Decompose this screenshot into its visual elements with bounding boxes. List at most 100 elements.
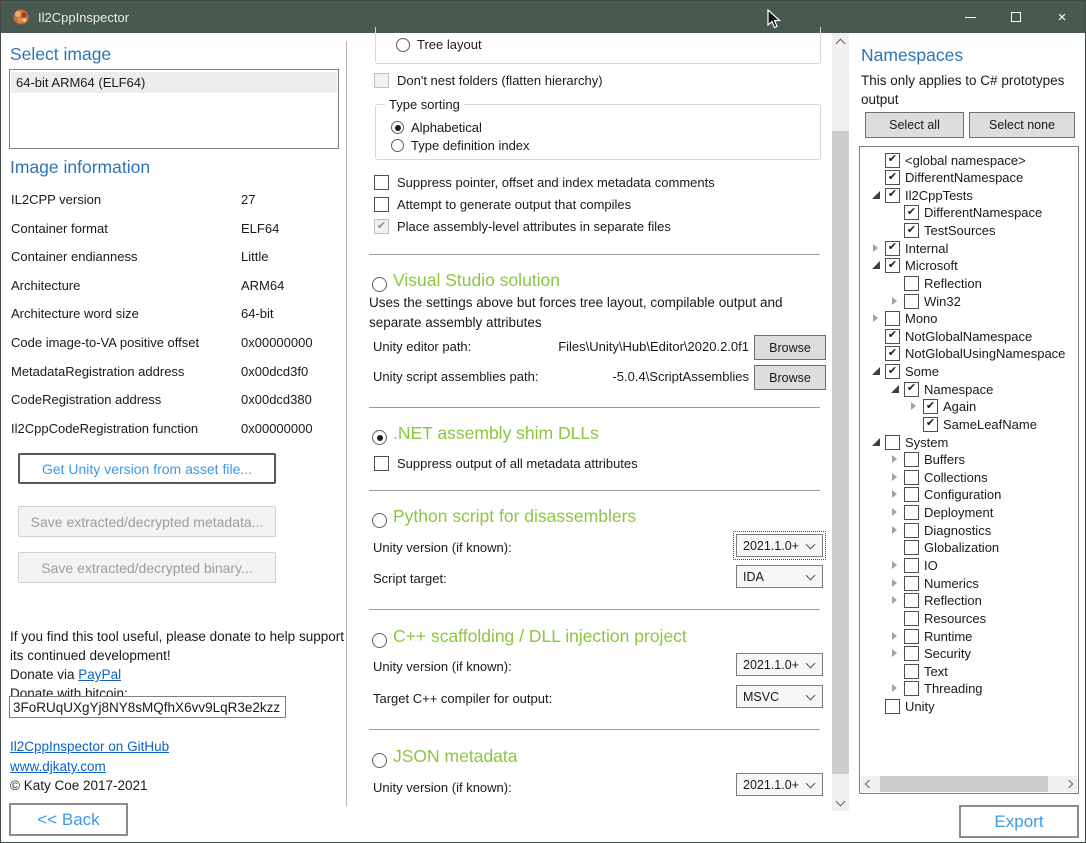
tree-checkbox[interactable]: ✔ [885, 188, 900, 203]
tree-item[interactable]: Threading [861, 680, 1077, 698]
tree-checkbox[interactable]: ✔ [904, 382, 919, 397]
python-unity-version-select[interactable]: 2021.1.0+ [736, 534, 823, 557]
tree-item[interactable]: ✔Namespace [861, 380, 1077, 398]
tree-item[interactable]: ✔TestSources [861, 222, 1077, 240]
image-listbox[interactable]: 64-bit ARM64 (ELF64) [9, 69, 339, 149]
scroll-right-button[interactable] [1061, 776, 1077, 792]
namespaces-tree[interactable]: ✔<global namespace>✔DifferentNamespace✔I… [859, 146, 1079, 794]
maximize-button[interactable] [993, 1, 1039, 33]
scroll-left-button[interactable] [861, 776, 877, 792]
tree-item[interactable]: ✔NotGlobalNamespace [861, 327, 1077, 345]
separate-files-checkbox[interactable]: ✔ [374, 219, 389, 234]
tree-item[interactable]: Mono [861, 310, 1077, 328]
tree-checkbox[interactable]: ✔ [885, 258, 900, 273]
tree-item[interactable]: Globalization [861, 539, 1077, 557]
tree-checkbox[interactable] [904, 452, 919, 467]
tree-checkbox[interactable]: ✔ [923, 417, 938, 432]
shim-dlls-radio[interactable] [372, 430, 387, 445]
tree-item[interactable]: Runtime [861, 627, 1077, 645]
expander-expanded-icon[interactable] [869, 188, 885, 203]
tree-item[interactable]: Configuration [861, 486, 1077, 504]
expander-collapsed-icon[interactable] [907, 399, 923, 414]
json-unity-version-select[interactable]: 2021.1.0+ [736, 773, 823, 796]
tree-checkbox[interactable] [904, 523, 919, 538]
tree-item[interactable]: Reflection [861, 274, 1077, 292]
tree-checkbox[interactable]: ✔ [904, 223, 919, 238]
tree-item[interactable]: Resources [861, 609, 1077, 627]
alphabetical-radio[interactable] [391, 121, 404, 134]
tree-checkbox[interactable]: ✔ [885, 364, 900, 379]
tree-checkbox[interactable]: ✔ [885, 346, 900, 361]
tree-item[interactable]: ✔DifferentNamespace [861, 204, 1077, 222]
browse-assemblies-path-button[interactable]: Browse [754, 365, 826, 390]
save-binary-button[interactable]: Save extracted/decrypted binary... [18, 552, 276, 583]
tree-item[interactable]: ✔NotGlobalUsingNamespace [861, 345, 1077, 363]
expander-collapsed-icon[interactable] [888, 470, 904, 485]
tree-item[interactable]: Buffers [861, 451, 1077, 469]
expander-collapsed-icon[interactable] [888, 294, 904, 309]
tree-item[interactable]: Win32 [861, 292, 1077, 310]
select-none-button[interactable]: Select none [969, 112, 1075, 138]
bitcoin-address-field[interactable] [9, 696, 286, 718]
expander-collapsed-icon[interactable] [888, 452, 904, 467]
tree-item[interactable]: Unity [861, 698, 1077, 716]
browse-editor-path-button[interactable]: Browse [754, 335, 826, 360]
expander-expanded-icon[interactable] [869, 258, 885, 273]
tree-checkbox[interactable]: ✔ [885, 329, 900, 344]
github-link[interactable]: Il2CppInspector on GitHub [10, 739, 169, 754]
tree-checkbox[interactable]: ✔ [885, 170, 900, 185]
close-button[interactable]: × [1039, 1, 1085, 33]
expander-expanded-icon[interactable] [869, 364, 885, 379]
expander-collapsed-icon[interactable] [888, 505, 904, 520]
tree-checkbox[interactable] [904, 540, 919, 555]
type-definition-index-radio[interactable] [391, 139, 404, 152]
expander-collapsed-icon[interactable] [869, 241, 885, 256]
tree-checkbox[interactable] [904, 629, 919, 644]
script-target-select[interactable]: IDA [736, 565, 823, 588]
tree-checkbox[interactable] [885, 699, 900, 714]
json-metadata-radio[interactable] [372, 753, 387, 768]
tree-checkbox[interactable] [904, 558, 919, 573]
scroll-down-button[interactable] [832, 794, 849, 811]
expander-collapsed-icon[interactable] [888, 681, 904, 696]
tree-checkbox[interactable] [904, 593, 919, 608]
tree-item[interactable]: ✔Microsoft [861, 257, 1077, 275]
expander-collapsed-icon[interactable] [888, 487, 904, 502]
expander-collapsed-icon[interactable] [869, 311, 885, 326]
tree-item[interactable]: Text [861, 662, 1077, 680]
tree-checkbox[interactable] [904, 487, 919, 502]
expander-expanded-icon[interactable] [869, 435, 885, 450]
tree-checkbox[interactable]: ✔ [885, 241, 900, 256]
tree-checkbox[interactable] [904, 276, 919, 291]
tree-checkbox[interactable] [904, 576, 919, 591]
scrollbar-thumb[interactable] [832, 131, 849, 774]
script-assemblies-path-field[interactable]: -5.0.4\ScriptAssemblies [521, 369, 749, 384]
tree-checkbox[interactable] [904, 470, 919, 485]
list-item[interactable]: 64-bit ARM64 (ELF64) [11, 72, 337, 93]
tree-checkbox[interactable]: ✔ [885, 153, 900, 168]
select-all-button[interactable]: Select all [865, 112, 964, 138]
tree-horizontal-scrollbar[interactable] [861, 776, 1077, 792]
dont-nest-checkbox[interactable] [374, 73, 389, 88]
cpp-compiler-select[interactable]: MSVC [736, 685, 823, 708]
tree-checkbox[interactable] [904, 681, 919, 696]
tree-item[interactable]: ✔Il2CppTests [861, 186, 1077, 204]
tree-item[interactable]: IO [861, 556, 1077, 574]
expander-collapsed-icon[interactable] [888, 593, 904, 608]
expander-collapsed-icon[interactable] [888, 523, 904, 538]
tree-checkbox[interactable]: ✔ [923, 399, 938, 414]
cpp-scaffolding-radio[interactable] [372, 633, 387, 648]
expander-collapsed-icon[interactable] [888, 576, 904, 591]
tree-checkbox[interactable] [904, 505, 919, 520]
tree-item[interactable]: Collections [861, 468, 1077, 486]
tree-checkbox[interactable] [904, 664, 919, 679]
tree-checkbox[interactable] [904, 646, 919, 661]
tree-item[interactable]: ✔Some [861, 363, 1077, 381]
scroll-up-button[interactable] [832, 33, 849, 50]
tree-item[interactable]: ✔<global namespace> [861, 151, 1077, 169]
save-metadata-button[interactable]: Save extracted/decrypted metadata... [18, 506, 276, 537]
options-scrollbar[interactable] [832, 33, 849, 811]
python-script-radio[interactable] [372, 513, 387, 528]
expander-collapsed-icon[interactable] [888, 646, 904, 661]
scrollbar-thumb[interactable] [880, 776, 1048, 792]
